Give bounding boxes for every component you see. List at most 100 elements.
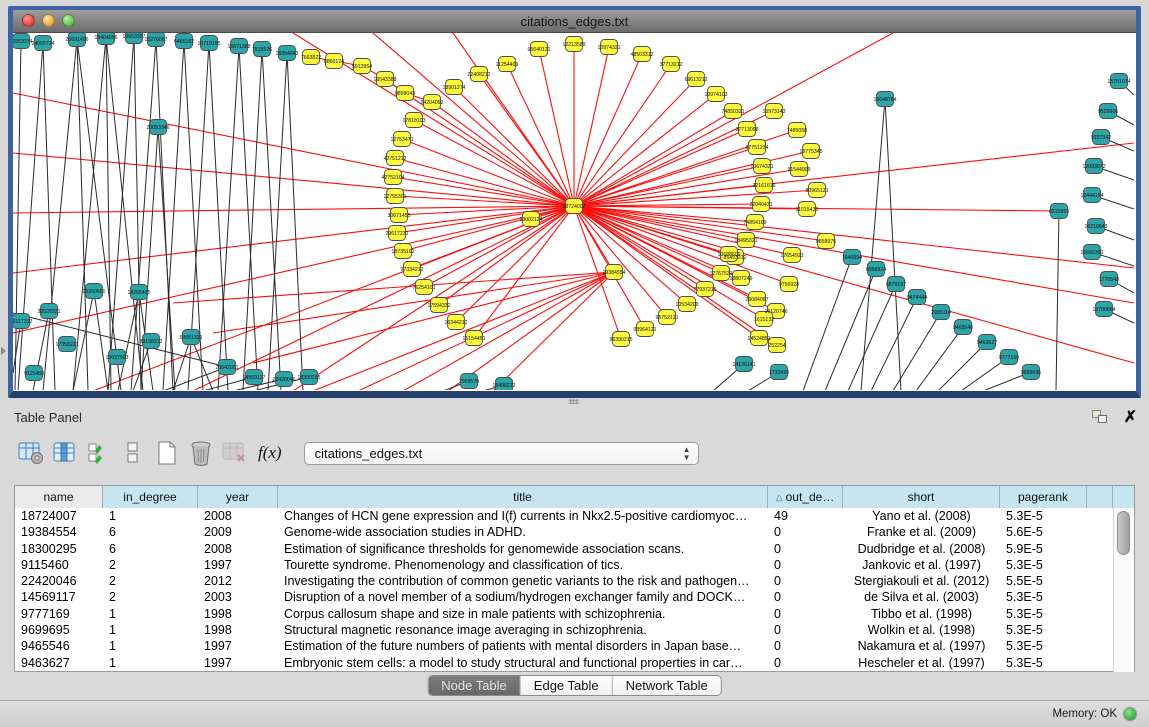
cell-title[interactable]: Disruption of a novel member of a sodium… [278,589,768,605]
cell-out_de[interactable]: 0 [768,638,843,654]
cell-pagerank[interactable]: 5.3E-5 [1000,606,1087,622]
graph-edge[interactable] [13,206,574,273]
cell-name[interactable]: 18300295 [15,541,103,557]
cell-title[interactable]: Changes of HCN gene expression and I(f) … [278,508,768,524]
cell-out_de[interactable]: 0 [768,655,843,671]
cell-year[interactable]: 1998 [198,606,278,622]
cell-name[interactable]: 14569117 [15,589,103,605]
graph-edge[interactable] [243,49,262,390]
cell-year[interactable]: 2009 [198,524,278,540]
graph-edge[interactable] [893,312,941,390]
cell-pagerank[interactable]: 5.6E-5 [1000,524,1087,540]
table-scrollbar[interactable] [1113,508,1134,672]
table-settings-icon[interactable] [16,438,46,468]
window-titlebar[interactable]: citations_edges.txt [13,10,1136,33]
cell-short[interactable]: de Silva et al. (2003) [843,589,1000,605]
graph-edge[interactable] [191,337,213,390]
cell-year[interactable]: 2003 [198,589,278,605]
cell-short[interactable]: Dudbridge et al. (2008) [843,541,1000,557]
cell-out_de[interactable]: 0 [768,622,843,638]
graph-edge[interactable] [424,206,574,287]
graph-edge[interactable] [358,272,614,390]
cell-in_degree[interactable]: 2 [103,573,198,589]
graph-edge[interactable] [77,39,121,390]
graph-edge[interactable] [938,342,987,390]
cell-pagerank[interactable]: 5.3E-5 [1000,589,1087,605]
table-row[interactable]: 946554611997Estimation of the future num… [15,638,1134,654]
table-row[interactable]: 1830029562008Estimation of significance … [15,541,1134,557]
table-row[interactable]: 2242004622012Investigating the contribut… [15,573,1134,589]
column-header-title[interactable]: title [278,486,768,508]
table-row[interactable]: 1872400712008Changes of HCN gene express… [15,508,1134,524]
cell-in_degree[interactable]: 1 [103,508,198,524]
tab-network-table[interactable]: Network Table [613,676,721,695]
cell-title[interactable]: Corpus callosum shape and size in male p… [278,606,768,622]
table-row[interactable]: 911546021997Tourette syndrome. Phenomeno… [15,557,1134,573]
cell-in_degree[interactable]: 1 [103,638,198,654]
cell-title[interactable]: Estimation of significance thresholds fo… [278,541,768,557]
graph-edge[interactable] [73,37,106,390]
cell-pagerank[interactable]: 5.3E-5 [1000,508,1087,524]
scrollbar-thumb[interactable] [1117,511,1130,555]
cell-in_degree[interactable]: 2 [103,589,198,605]
graph-edge[interactable] [574,206,1134,363]
cell-pagerank[interactable]: 5.9E-5 [1000,541,1087,557]
minimize-window-button[interactable] [42,14,55,27]
graph-edge[interactable] [141,127,158,390]
cell-out_de[interactable]: 49 [768,508,843,524]
cell-in_degree[interactable]: 1 [103,606,198,622]
column-header-short[interactable]: short [843,486,1000,508]
table-row[interactable]: 977716911998Corpus callosum shape and si… [15,606,1134,622]
graph-edge[interactable] [432,102,574,206]
cell-year[interactable]: 1997 [198,655,278,671]
cell-pagerank[interactable]: 5.5E-5 [1000,573,1087,589]
graph-edge[interactable] [848,284,896,390]
cell-title[interactable]: Investigating the contribution of common… [278,573,768,589]
cell-short[interactable]: Yano et al. (2008) [843,508,1000,524]
cell-in_degree[interactable]: 6 [103,524,198,540]
column-visibility-icon[interactable] [50,438,80,468]
cell-out_de[interactable]: 0 [768,573,843,589]
cell-year[interactable]: 2008 [198,508,278,524]
cell-name[interactable]: 9465546 [15,638,103,654]
table-row[interactable]: 946362711997Embryonic stem cells: a mode… [15,655,1134,671]
cell-pagerank[interactable]: 5.3E-5 [1000,638,1087,654]
cell-title[interactable]: Tourette syndrome. Phenomenology and cla… [278,557,768,573]
cell-name[interactable]: 9463627 [15,655,103,671]
cell-short[interactable]: Jankovic et al. (1997) [843,557,1000,573]
graph-edge[interactable] [507,64,574,206]
cell-year[interactable]: 2012 [198,573,278,589]
graph-edge[interactable] [268,53,287,390]
close-panel-icon[interactable]: ✗ [1124,410,1137,426]
panel-splitter[interactable] [569,399,579,404]
cell-title[interactable]: Embryonic stem cells: a model to study s… [278,655,768,671]
graph-edge[interactable] [825,269,876,390]
cell-title[interactable]: Structural magnetic resonance image aver… [278,622,768,638]
graph-edge[interactable] [574,111,733,206]
graph-edge[interactable] [77,39,88,390]
cell-short[interactable]: Hescheler et al. (1997) [843,655,1000,671]
graph-edge[interactable] [94,291,108,390]
cell-out_de[interactable]: 0 [768,524,843,540]
delete-icon[interactable] [186,438,216,468]
cell-short[interactable]: Nakamura et al. (1997) [843,638,1000,654]
panel-collapse-arrow-icon[interactable] [1,347,6,355]
select-columns-icon[interactable] [84,438,114,468]
graph-edge[interactable] [574,79,696,206]
cell-in_degree[interactable]: 6 [103,541,198,557]
graph-edge[interactable] [1056,211,1059,390]
cell-pagerank[interactable]: 5.3E-5 [1000,622,1087,638]
cell-year[interactable]: 2008 [198,541,278,557]
graph-edge[interactable] [73,291,94,390]
graph-edge[interactable] [239,46,258,390]
graph-edge[interactable] [262,49,281,390]
graph-edge[interactable] [916,327,963,390]
cell-in_degree[interactable]: 1 [103,622,198,638]
graph-edge[interactable] [454,87,574,206]
new-document-icon[interactable] [152,438,182,468]
cell-name[interactable]: 18724007 [15,508,103,524]
cell-out_de[interactable]: 0 [768,589,843,605]
graph-edge[interactable] [13,206,574,213]
cell-year[interactable]: 1997 [198,638,278,654]
cell-short[interactable]: Stergiakouli et al. (2012) [843,573,1000,589]
